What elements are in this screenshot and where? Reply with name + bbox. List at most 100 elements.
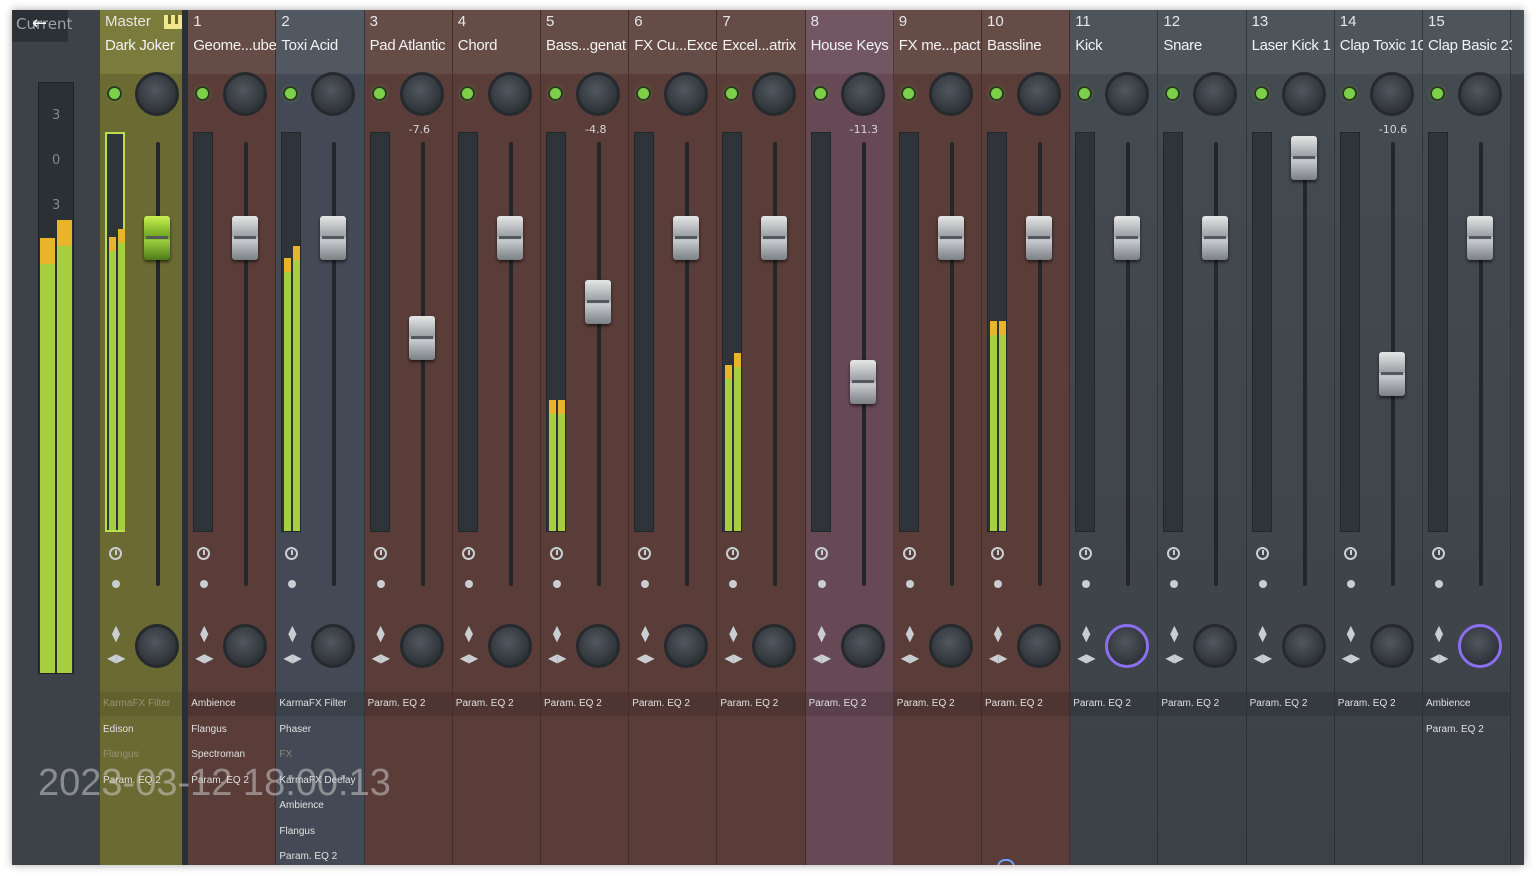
strip-name[interactable]: Chord — [458, 37, 542, 54]
mixer-strip-4[interactable]: 4 Chord ▲ ▼ ◀▶ Param. EQ 2 — [452, 10, 542, 865]
volume-knob[interactable] — [311, 72, 356, 116]
volume-knob[interactable] — [664, 72, 709, 116]
route-dot-icon[interactable] — [1346, 580, 1355, 588]
pan-knob[interactable] — [576, 624, 620, 668]
stereo-separation-icon[interactable]: ◀▶ — [1430, 651, 1448, 665]
stereo-separation-icon[interactable]: ◀▶ — [372, 651, 390, 665]
volume-fader[interactable] — [144, 216, 170, 260]
strip-name[interactable]: House Keys — [811, 37, 895, 54]
clock-icon[interactable] — [1343, 547, 1357, 560]
clock-icon[interactable] — [373, 547, 387, 560]
strip-name[interactable]: Dark Joker — [105, 37, 189, 54]
strip-name[interactable]: Snare — [1163, 37, 1247, 54]
volume-fader[interactable] — [496, 216, 523, 260]
fader-track[interactable] — [1126, 142, 1131, 586]
stereo-separation-icon[interactable]: ◀▶ — [1165, 651, 1183, 665]
enable-led-icon[interactable] — [197, 88, 209, 99]
effect-slot[interactable]: Param. EQ 2 — [1334, 692, 1422, 716]
volume-fader[interactable] — [673, 216, 700, 260]
volume-knob[interactable] — [752, 72, 797, 116]
stereo-swap-icon[interactable]: ▲ ▼ — [726, 624, 740, 643]
effect-slot[interactable]: KarmaFX Filter — [100, 692, 183, 716]
stereo-separation-icon[interactable]: ◀▶ — [1342, 651, 1360, 665]
clock-icon[interactable] — [991, 547, 1004, 560]
enable-led-icon[interactable] — [991, 88, 1002, 99]
clock-icon[interactable] — [197, 547, 211, 560]
volume-knob[interactable] — [223, 72, 268, 116]
fader-track[interactable] — [597, 142, 601, 586]
volume-knob[interactable] — [1017, 72, 1061, 116]
stereo-separation-icon[interactable]: ◀▶ — [283, 651, 301, 665]
fader-track[interactable] — [332, 142, 337, 586]
mixer-strip-10[interactable]: 10 Bassline ▲ ▼ ◀▶ Param. EQ 2 — [982, 10, 1071, 865]
stereo-separation-icon[interactable]: ◀▶ — [636, 651, 654, 665]
stereo-swap-icon[interactable]: ▲ ▼ — [1079, 624, 1093, 643]
stereo-swap-icon[interactable]: ▲ ▼ — [815, 624, 829, 643]
pan-knob[interactable] — [399, 624, 444, 668]
strip-name[interactable]: Clap Toxic 10 — [1340, 37, 1424, 54]
pan-knob[interactable] — [1369, 624, 1414, 668]
volume-knob[interactable] — [399, 72, 444, 116]
route-dot-icon[interactable] — [1258, 580, 1267, 588]
fader-track[interactable] — [685, 142, 690, 586]
route-dot-icon[interactable] — [1170, 580, 1179, 588]
mixer-strip-12[interactable]: 12 Snare ▲ ▼ ◀▶ Param. EQ 2 — [1158, 10, 1247, 865]
strip-name[interactable]: Clap Basic 23 — [1428, 37, 1512, 54]
volume-fader[interactable] — [585, 280, 611, 324]
strip-name[interactable]: Pad Atlantic — [370, 37, 454, 54]
enable-led-icon[interactable] — [1255, 88, 1267, 99]
stereo-separation-icon[interactable]: ◀▶ — [989, 651, 1007, 665]
volume-fader[interactable] — [1026, 216, 1052, 260]
fader-track[interactable] — [1479, 142, 1483, 586]
volume-knob[interactable] — [576, 72, 620, 116]
effect-slot[interactable]: Edison — [100, 718, 182, 742]
stereo-swap-icon[interactable]: ▲ ▼ — [1167, 624, 1181, 643]
effect-slot[interactable]: Phaser — [276, 718, 363, 742]
stereo-separation-icon[interactable]: ◀▶ — [107, 651, 125, 665]
volume-knob[interactable] — [840, 72, 885, 116]
effect-slot[interactable]: Flangus — [276, 820, 363, 844]
enable-led-icon[interactable] — [550, 88, 561, 99]
fader-track[interactable] — [1302, 142, 1307, 586]
strip-name[interactable]: Laser Kick 1 — [1252, 37, 1336, 54]
fader-track[interactable] — [949, 142, 954, 586]
route-dot-icon[interactable] — [112, 580, 120, 588]
clock-icon[interactable] — [550, 547, 563, 560]
clock-icon[interactable] — [461, 547, 475, 560]
enable-led-icon[interactable] — [902, 88, 914, 99]
stereo-swap-icon[interactable]: ▲ ▼ — [462, 624, 476, 643]
stereo-separation-icon[interactable]: ◀▶ — [813, 651, 831, 665]
volume-fader[interactable] — [232, 216, 259, 260]
pan-knob[interactable] — [1105, 624, 1150, 668]
strip-name[interactable]: FX me...pact — [899, 37, 983, 54]
effect-slot[interactable]: Param. EQ 2 — [1246, 692, 1334, 716]
stereo-swap-icon[interactable]: ▲ ▼ — [109, 624, 123, 643]
stereo-swap-icon[interactable]: ▲ ▼ — [991, 624, 1005, 643]
route-dot-icon[interactable] — [200, 580, 209, 588]
clock-icon[interactable] — [638, 547, 652, 560]
enable-led-icon[interactable] — [285, 88, 297, 99]
mixer-strip-5[interactable]: 5 Bass...genat -4.8 ▲ ▼ ◀▶ Param. EQ 2 — [541, 10, 630, 865]
volume-knob[interactable] — [135, 72, 179, 116]
enable-led-icon[interactable] — [1343, 88, 1355, 99]
strip-name[interactable]: Toxi Acid — [281, 37, 365, 54]
pan-knob[interactable] — [487, 624, 532, 668]
route-dot-icon[interactable] — [729, 580, 738, 588]
fader-track[interactable] — [244, 142, 249, 586]
effect-slot[interactable]: Param. EQ 2 — [805, 692, 893, 716]
volume-fader[interactable] — [1202, 216, 1229, 260]
stereo-separation-icon[interactable]: ◀▶ — [1254, 651, 1272, 665]
mixer-strip-2[interactable]: 2 Toxi Acid ▲ ▼ ◀▶ KarmaFX Filter Phaser FX Karm… — [276, 10, 365, 865]
pan-knob[interactable] — [1458, 624, 1502, 668]
strip-name[interactable]: FX Cu...Excel — [634, 37, 718, 54]
effect-slot[interactable]: Flangus — [188, 718, 275, 742]
pan-knob[interactable] — [1193, 624, 1238, 668]
route-dot-icon[interactable] — [553, 580, 561, 588]
volume-fader[interactable] — [1467, 216, 1493, 260]
effect-slot[interactable]: Param. EQ 2 — [717, 692, 805, 716]
effect-slot[interactable]: Param. EQ 2 — [1423, 718, 1510, 742]
stereo-swap-icon[interactable]: ▲ ▼ — [903, 624, 917, 643]
stereo-separation-icon[interactable]: ◀▶ — [548, 651, 566, 665]
mixer-strip-1[interactable]: 1 Geome...ube ▲ ▼ ◀▶ Ambience Flangus Spectroma… — [188, 10, 277, 865]
clock-icon[interactable] — [726, 547, 740, 560]
